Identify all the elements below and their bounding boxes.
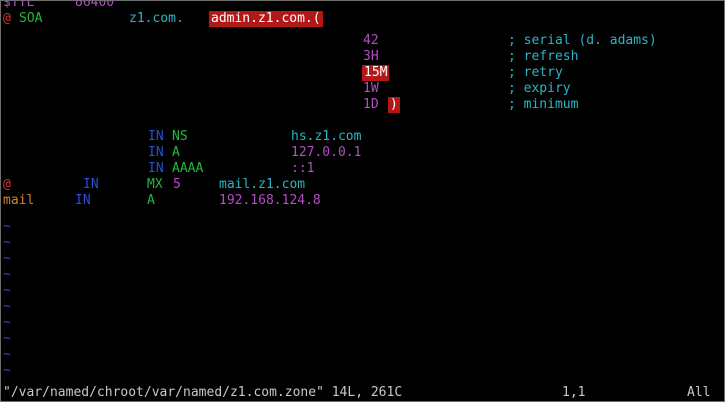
tilde-marker: ~ xyxy=(3,267,11,282)
empty-line-marker: ~ xyxy=(1,219,724,235)
empty-line-marker: ~ xyxy=(1,235,724,251)
aaaa-value: ::1 xyxy=(291,161,315,176)
terminal-window[interactable]: $TTL 86400 @ SOA z1.com. admin.z1.com.( … xyxy=(0,0,725,402)
cursor-position: 1,1 xyxy=(562,385,586,400)
mx-at-symbol: @ xyxy=(3,177,11,192)
aaaa-type: AAAA xyxy=(172,161,204,176)
aaaa-class: IN xyxy=(148,161,164,176)
editor-line-serial: 42 ; serial (d. adams) xyxy=(1,33,724,49)
serial-value: 42 xyxy=(363,33,379,48)
editor-line-mail: mail IN A 192.168.124.8 xyxy=(1,193,724,209)
editor-line-ttl: $TTL 86400 xyxy=(1,0,724,11)
retry-comment: ; retry xyxy=(508,65,563,80)
editor-line-expiry: 1W ; expiry xyxy=(1,81,724,97)
soa-admin-highlighted: admin.z1.com.( xyxy=(209,11,323,27)
ttl-directive: $TTL xyxy=(3,0,35,10)
minimum-value: 1D xyxy=(363,97,379,112)
mail-type: A xyxy=(147,193,155,208)
mx-type: MX xyxy=(147,177,163,192)
a-class: IN xyxy=(148,145,164,160)
tilde-marker: ~ xyxy=(3,299,11,314)
editor-line-a: IN A 127.0.0.1 xyxy=(1,145,724,161)
empty-line-marker: ~ xyxy=(1,347,724,363)
refresh-value: 3H xyxy=(363,49,379,64)
tilde-marker: ~ xyxy=(3,363,11,378)
expiry-value: 1W xyxy=(363,81,379,96)
file-info: "/var/named/chroot/var/named/z1.com.zone… xyxy=(3,385,403,400)
editor-line-mx: @ IN MX 5 mail.z1.com xyxy=(1,177,724,193)
ns-type: NS xyxy=(172,129,188,144)
editor-line-soa: @ SOA z1.com. admin.z1.com.( xyxy=(1,11,724,27)
editor-line-minimum: 1D ) ; minimum xyxy=(1,97,724,113)
a-value: 127.0.0.1 xyxy=(291,145,362,160)
scroll-position: All xyxy=(687,385,711,400)
tilde-marker: ~ xyxy=(3,251,11,266)
mail-name: mail xyxy=(3,193,35,208)
mx-priority: 5 xyxy=(173,177,181,192)
empty-line-marker: ~ xyxy=(1,315,724,331)
tilde-marker: ~ xyxy=(3,219,11,234)
ttl-value: 86400 xyxy=(75,0,115,10)
tilde-marker: ~ xyxy=(3,331,11,346)
soa-type: SOA xyxy=(19,11,43,26)
mx-class: IN xyxy=(83,177,99,192)
editor-line-refresh: 3H ; refresh xyxy=(1,49,724,65)
soa-at-symbol: @ xyxy=(3,11,11,26)
editor-line-retry: 15M ; retry xyxy=(1,65,724,81)
minimum-comment: ; minimum xyxy=(508,97,579,112)
tilde-marker: ~ xyxy=(3,235,11,250)
empty-line-marker: ~ xyxy=(1,267,724,283)
a-type: A xyxy=(172,145,180,160)
empty-line-marker: ~ xyxy=(1,363,724,379)
editor-line-ns: IN NS hs.z1.com xyxy=(1,129,724,145)
tilde-marker: ~ xyxy=(3,283,11,298)
mail-value: 192.168.124.8 xyxy=(219,193,321,208)
closing-paren-highlighted: ) xyxy=(388,97,400,113)
mail-class: IN xyxy=(75,193,91,208)
refresh-comment: ; refresh xyxy=(508,49,579,64)
empty-line-marker: ~ xyxy=(1,331,724,347)
empty-line-marker: ~ xyxy=(1,299,724,315)
mx-value: mail.z1.com xyxy=(219,177,306,192)
editor-line-aaaa: IN AAAA ::1 xyxy=(1,161,724,177)
tilde-marker: ~ xyxy=(3,347,11,362)
retry-value-highlighted: 15M xyxy=(362,65,390,81)
tilde-marker: ~ xyxy=(3,315,11,330)
ns-value: hs.z1.com xyxy=(291,129,362,144)
empty-line-marker: ~ xyxy=(1,251,724,267)
serial-comment: ; serial (d. adams) xyxy=(508,33,657,48)
empty-line-marker: ~ xyxy=(1,283,724,299)
ns-class: IN xyxy=(148,129,164,144)
soa-origin: z1.com. xyxy=(129,11,184,26)
status-line: "/var/named/chroot/var/named/z1.com.zone… xyxy=(1,385,724,401)
expiry-comment: ; expiry xyxy=(508,81,571,96)
